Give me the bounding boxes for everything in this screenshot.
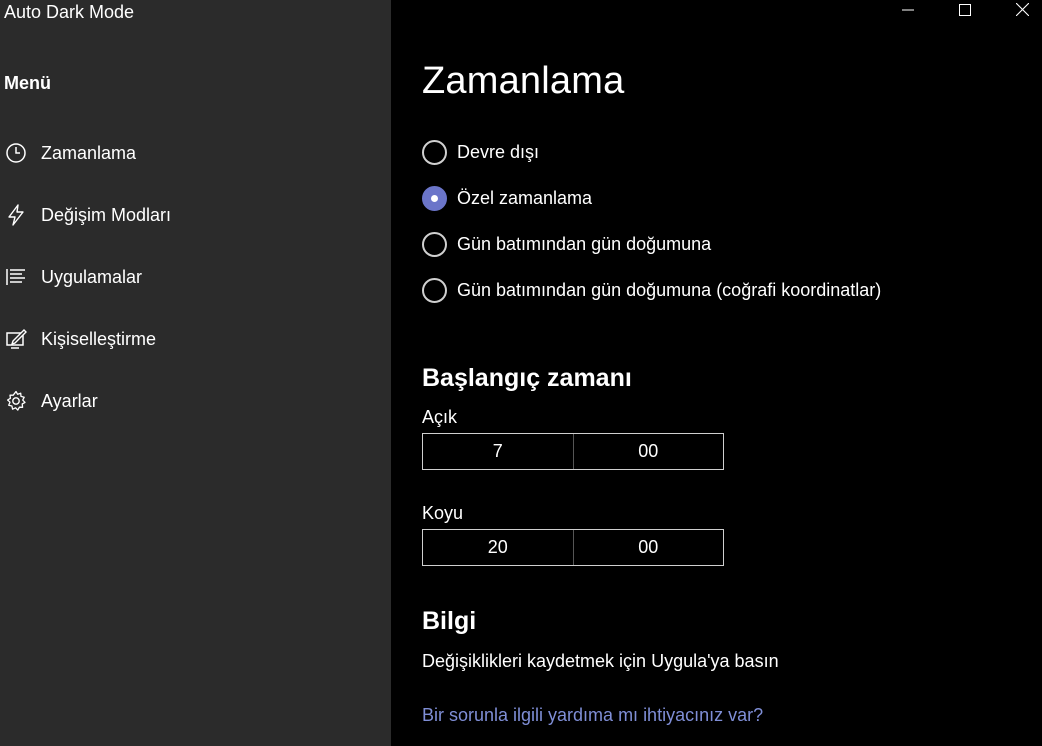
page-title: Zamanlama	[422, 60, 625, 102]
radio-devre-disi[interactable]: Devre dışı	[422, 139, 539, 165]
maximize-button[interactable]	[942, 0, 988, 24]
light-time-label: Açık	[422, 407, 458, 427]
sidebar-item-label: Kişiselleştirme	[41, 328, 157, 349]
start-time-heading: Başlangıç zamanı	[422, 364, 632, 392]
radio-gun-batimindan-koordinat[interactable]: Gün batımından gün doğumuna (coğrafi koo…	[422, 277, 881, 303]
sidebar-item-uygulamalar[interactable]: Uygulamalar	[0, 253, 391, 301]
app-title: Auto Dark Mode	[4, 2, 135, 22]
close-icon	[1015, 2, 1029, 21]
list-icon	[5, 266, 27, 288]
radio-gun-batimindan[interactable]: Gün batımından gün doğumuna	[422, 231, 711, 257]
lightning-icon	[5, 204, 27, 226]
main-content: Zamanlama Devre dışı Özel zamanlama Gün …	[391, 0, 1042, 746]
minimize-button[interactable]	[885, 0, 931, 24]
sidebar-item-label: Zamanlama	[41, 142, 137, 163]
light-hour[interactable]: 7	[423, 434, 573, 469]
sidebar-item-label: Uygulamalar	[41, 266, 143, 287]
sidebar: Auto Dark Mode Menü Zamanlama Değişim Mo…	[0, 0, 391, 746]
radio-button[interactable]	[422, 139, 447, 165]
gear-icon	[5, 390, 27, 412]
sidebar-item-zamanlama[interactable]: Zamanlama	[0, 129, 391, 177]
dark-hour[interactable]: 20	[423, 530, 573, 565]
radio-ozel-zamanlama[interactable]: Özel zamanlama	[422, 185, 592, 211]
edit-display-icon	[5, 328, 27, 350]
radio-label: Gün batımından gün doğumuna (coğrafi koo…	[457, 279, 882, 300]
minimize-icon	[902, 3, 914, 21]
sidebar-item-ayarlar[interactable]: Ayarlar	[0, 377, 391, 425]
radio-label: Özel zamanlama	[457, 187, 593, 208]
sidebar-item-degisim-modlari[interactable]: Değişim Modları	[0, 191, 391, 239]
sidebar-item-kisisellestirme[interactable]: Kişiselleştirme	[0, 315, 391, 363]
close-button[interactable]	[999, 0, 1042, 24]
radio-button[interactable]	[422, 231, 447, 257]
radio-button[interactable]	[422, 277, 447, 303]
light-minute[interactable]: 00	[572, 434, 724, 469]
menu-heading: Menü	[4, 73, 51, 93]
clock-icon	[5, 142, 27, 164]
sidebar-item-label: Değişim Modları	[41, 204, 172, 225]
info-text: Değişiklikleri kaydetmek için Uygula'ya …	[422, 651, 779, 671]
maximize-icon	[959, 3, 971, 21]
dark-time-label: Koyu	[422, 503, 464, 523]
radio-label: Devre dışı	[457, 141, 540, 162]
dark-time-picker[interactable]: 20 00	[422, 529, 724, 566]
radio-label: Gün batımından gün doğumuna	[457, 233, 712, 254]
info-heading: Bilgi	[422, 607, 477, 635]
light-time-picker[interactable]: 7 00	[422, 433, 724, 470]
help-link[interactable]: Bir sorunla ilgili yardıma mı ihtiyacını…	[422, 705, 763, 726]
radio-button-checked[interactable]	[422, 185, 447, 211]
sidebar-item-label: Ayarlar	[41, 390, 98, 411]
dark-minute[interactable]: 00	[572, 530, 724, 565]
